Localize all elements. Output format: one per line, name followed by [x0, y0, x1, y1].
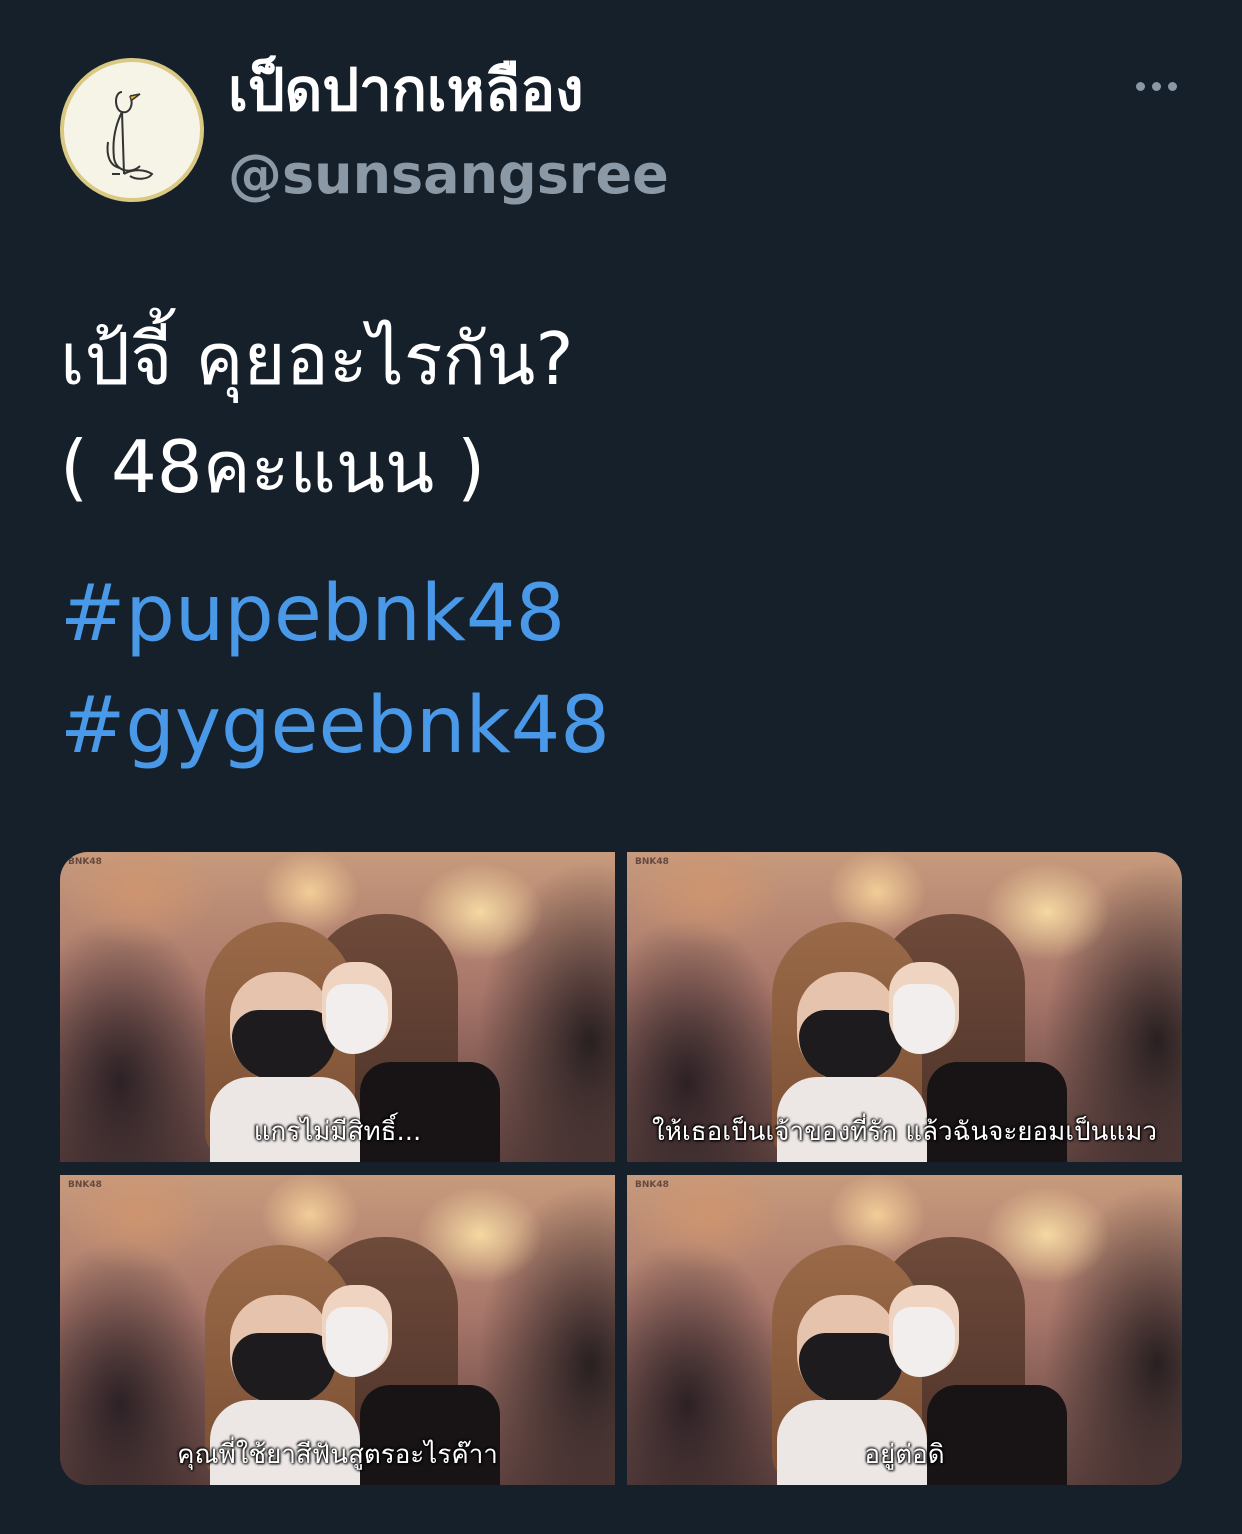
photo-caption: ให้เธอเป็นเจ้าของที่รัก แล้วฉันจะยอมเป็น…: [652, 1117, 1157, 1147]
tweet-text-line-1: เป้จี้ คุยอะไรกัน?: [60, 317, 574, 401]
display-name[interactable]: เป็ดปากเหลือง: [228, 56, 584, 126]
media-photo[interactable]: BNK48 ให้เธอเป็นเจ้าของที่รัก แล้วฉันจะย…: [627, 852, 1182, 1162]
photo-caption: อยู่ต่อดิ: [864, 1440, 945, 1470]
more-options-button[interactable]: [1120, 62, 1192, 110]
duck-sketch-icon: [106, 91, 154, 180]
media-photo[interactable]: BNK48 อยู่ต่อดิ: [627, 1175, 1182, 1485]
more-horizontal-icon: [1135, 81, 1145, 91]
tweet-text-line-2: ( 48คะแนน ): [60, 425, 486, 509]
hashtag-link[interactable]: #gygeebnk48: [60, 680, 610, 774]
media-photo[interactable]: BNK48 คุณพี่ใช้ยาสีฟันสูตรอะไรค๊าา: [60, 1175, 615, 1485]
watermark: BNK48: [635, 1180, 669, 1190]
photo-caption: คุณพี่ใช้ยาสีฟันสูตรอะไรค๊าา: [177, 1440, 498, 1470]
user-handle[interactable]: @sunsangsree: [228, 143, 669, 208]
media-grid: BNK48 แกรไม่มีสิทธิ์... BNK48 ให้เธอเป็น…: [60, 852, 1182, 1485]
photo-caption: แกรไม่มีสิทธิ์...: [253, 1117, 422, 1147]
avatar[interactable]: [60, 58, 204, 202]
hashtag-link[interactable]: #pupebnk48: [60, 568, 565, 662]
watermark: BNK48: [635, 857, 669, 867]
watermark: BNK48: [68, 1180, 102, 1190]
media-photo[interactable]: BNK48 แกรไม่มีสิทธิ์...: [60, 852, 615, 1162]
watermark: BNK48: [68, 857, 102, 867]
